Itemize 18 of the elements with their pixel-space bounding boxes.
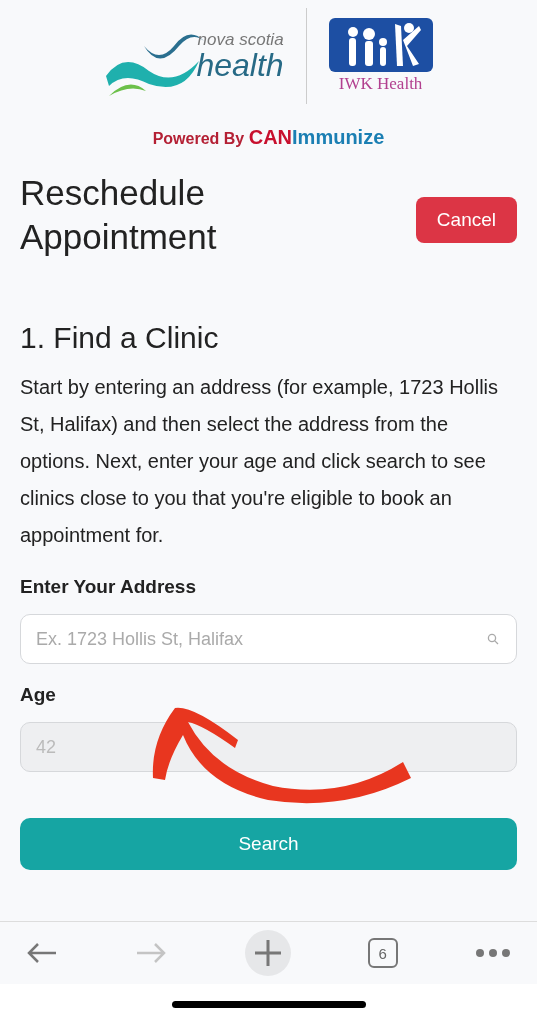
page-title: Reschedule Appointment — [20, 172, 218, 258]
cancel-button[interactable]: Cancel — [415, 197, 517, 243]
search-button[interactable]: Search — [20, 818, 517, 870]
logo-subtitle: nova scotia — [197, 31, 284, 49]
logo-label: IWK Health — [338, 74, 423, 94]
more-icon[interactable] — [475, 948, 511, 958]
family-logo-icon — [328, 18, 433, 72]
search-icon — [487, 633, 499, 645]
field-label: Enter Your Address — [20, 576, 197, 598]
instructions-text: Start by entering an address (for example, 1723 Hollis St, Halifax) and then select the address from the options. Next, enter your age and click search to see clinics close to you that you're eligible to book an appointment for. — [20, 375, 500, 548]
back-icon[interactable] — [26, 942, 58, 964]
section-heading: 1. Find a Clinic — [20, 321, 220, 355]
logo-title: health — [196, 49, 284, 81]
new-tab-button[interactable] — [244, 930, 291, 976]
address-field[interactable]: Ex. 1723 Hollis St, Halifax — [20, 614, 517, 664]
tab-count-button[interactable]: 6 — [367, 938, 398, 968]
powered-by-text: Powered By CANImmunize — [151, 126, 386, 149]
field-label: Age — [20, 684, 57, 706]
